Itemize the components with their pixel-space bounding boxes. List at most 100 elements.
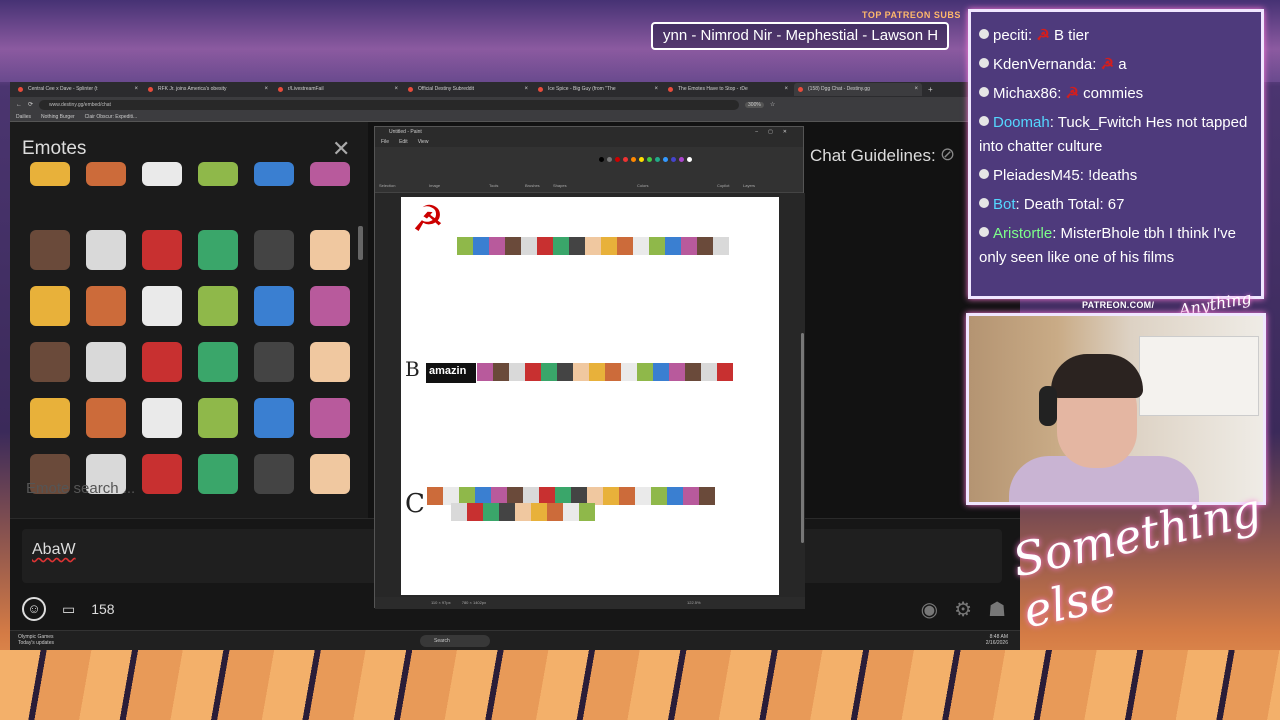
emote-tile[interactable] (254, 162, 294, 186)
menu-edit[interactable]: Edit (399, 139, 408, 145)
emote-tile[interactable] (254, 286, 294, 326)
close-icon[interactable]: × (264, 83, 268, 96)
emote-tile[interactable] (86, 286, 126, 326)
emote-tile[interactable] (310, 162, 350, 186)
ribbon-label: Brushes (525, 183, 540, 188)
tier-emote (531, 503, 547, 521)
bookmark-item[interactable]: Dailies (16, 114, 31, 120)
chat-message-text: commies (1083, 85, 1144, 102)
color-swatch[interactable] (655, 157, 660, 162)
emote-tile[interactable] (310, 230, 350, 270)
emote-tile[interactable] (86, 398, 126, 438)
paint-status-bar: 110 × 97px 780 × 1402px 122.5% (375, 597, 805, 609)
emotes-scrollbar[interactable] (358, 226, 363, 260)
close-icon[interactable]: × (784, 83, 788, 96)
paint-canvas[interactable]: ☭ B amazin C (401, 197, 779, 595)
emote-tile[interactable] (30, 286, 70, 326)
emote-tile[interactable] (142, 454, 182, 494)
color-swatch[interactable] (671, 157, 676, 162)
color-swatch[interactable] (615, 157, 620, 162)
eye-icon[interactable]: ◉ (921, 597, 938, 622)
emote-tile[interactable] (198, 230, 238, 270)
color-swatch[interactable] (623, 157, 628, 162)
emoji-icon[interactable]: ☺ (22, 597, 46, 621)
paint-title: Untitled - Paint (389, 129, 422, 135)
tier-emote (553, 237, 569, 255)
new-tab-icon[interactable]: + (928, 85, 933, 94)
emote-tile[interactable] (254, 342, 294, 382)
star-icon[interactable]: ☆ (770, 101, 775, 108)
bookmark-item[interactable]: Nothing Burger (41, 114, 75, 120)
browser-tab[interactable]: RFK Jr. joins America's obesity × (144, 83, 272, 96)
emote-tile[interactable] (142, 162, 182, 186)
reload-icon[interactable]: ⟳ (28, 101, 33, 108)
paint-menu: File Edit View (375, 137, 803, 147)
emote-tile[interactable] (30, 342, 70, 382)
browser-tab[interactable]: r/LivestreamFail × (274, 83, 402, 96)
browser-tab[interactable]: The Emotes Have to Stop - rDe × (664, 83, 792, 96)
close-icon[interactable]: × (654, 83, 658, 96)
color-swatch[interactable] (663, 157, 668, 162)
emote-tile[interactable] (142, 398, 182, 438)
close-icon[interactable]: × (134, 83, 138, 96)
emote-tile[interactable] (310, 286, 350, 326)
emote-tile[interactable] (142, 286, 182, 326)
close-icon[interactable]: × (524, 83, 528, 96)
emote-tile[interactable] (310, 342, 350, 382)
color-swatch[interactable] (687, 157, 692, 162)
taskbar-clock[interactable]: 8:48 AM 2/16/2026 (986, 634, 1008, 646)
color-swatch[interactable] (647, 157, 652, 162)
url-input[interactable]: www.destiny.gg/embed/chat (39, 99, 740, 110)
tier-emote (713, 237, 729, 255)
browser-tab[interactable]: Ice Spice - Big Guy (from "The × (534, 83, 662, 96)
color-swatch[interactable] (607, 157, 612, 162)
emote-tile[interactable] (142, 342, 182, 382)
news-widget[interactable]: Olympic Games Today's updates (18, 634, 54, 646)
menu-view[interactable]: View (418, 139, 429, 145)
emote-tile[interactable] (198, 286, 238, 326)
tier-emote (573, 363, 589, 381)
emote-tile[interactable] (30, 162, 70, 186)
emote-search-input[interactable]: Emote search ... (26, 480, 135, 497)
color-swatch[interactable] (631, 157, 636, 162)
close-icon[interactable]: ✕ (332, 136, 350, 162)
taskbar-search[interactable]: Search (420, 635, 490, 647)
gear-icon[interactable]: ⚙ (954, 597, 972, 622)
zoom-level[interactable]: 122.5% (687, 597, 701, 609)
emote-tile[interactable] (198, 454, 238, 494)
emote-tile[interactable] (254, 230, 294, 270)
emote-tile[interactable] (30, 230, 70, 270)
emote-tile[interactable] (86, 342, 126, 382)
emote-tile[interactable] (30, 398, 70, 438)
emote-tile[interactable] (310, 454, 350, 494)
canvas-scrollbar[interactable] (801, 333, 804, 543)
browser-tab-active[interactable]: (158) Dgg Chat - Destiny.gg × (794, 83, 922, 96)
paint-ribbon: Selection Image Tools Brushes Shapes Col… (375, 147, 803, 193)
color-swatch[interactable] (679, 157, 684, 162)
emote-tile[interactable] (198, 398, 238, 438)
back-icon[interactable]: ← (16, 102, 22, 108)
users-group-icon[interactable]: ☗ (988, 597, 1006, 622)
emote-tile[interactable] (198, 342, 238, 382)
emote-tile[interactable] (310, 398, 350, 438)
zoom-badge[interactable]: 300% (745, 101, 764, 108)
emote-tile[interactable] (86, 162, 126, 186)
window-controls[interactable]: –▢✕ (755, 127, 797, 137)
users-icon[interactable]: ▭ (62, 601, 75, 618)
menu-file[interactable]: File (381, 139, 389, 145)
emote-tile[interactable] (254, 454, 294, 494)
color-swatch[interactable] (639, 157, 644, 162)
emote-tile[interactable] (198, 162, 238, 186)
chat-footer: ☺ ▭ 158 (22, 597, 115, 621)
patreon-subs-label: TOP PATREON SUBS (862, 10, 961, 20)
bookmark-item[interactable]: Clair Obscur: Expediti... (85, 114, 138, 120)
browser-tab[interactable]: Official Destiny Subreddit × (404, 83, 532, 96)
browser-tab[interactable]: Central Cee x Dave - Splinter (t × (14, 83, 142, 96)
color-swatch[interactable] (599, 157, 604, 162)
close-icon[interactable]: × (914, 83, 918, 96)
close-icon[interactable]: × (394, 83, 398, 96)
emote-tile[interactable] (142, 230, 182, 270)
pin-off-icon[interactable]: ⊘ (940, 144, 955, 165)
emote-tile[interactable] (254, 398, 294, 438)
emote-tile[interactable] (86, 230, 126, 270)
